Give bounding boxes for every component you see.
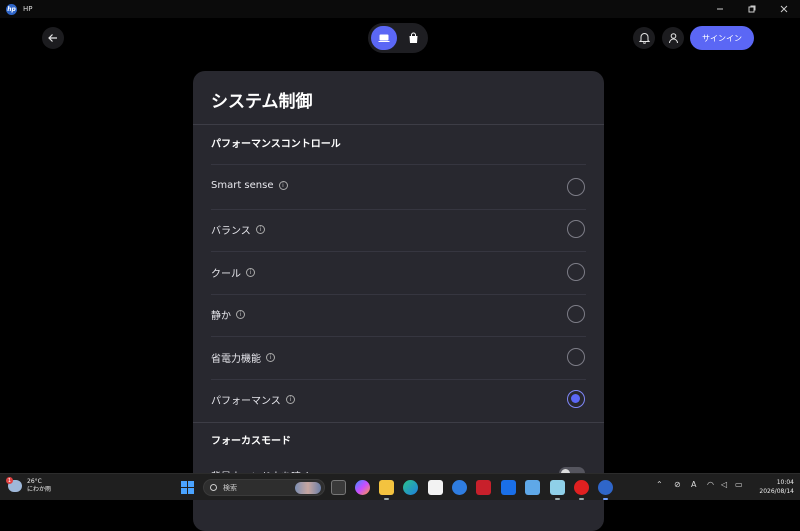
info-icon[interactable]: i [246, 268, 255, 277]
search-placeholder: 検索 [223, 483, 237, 492]
shopping-bag-icon [409, 32, 417, 43]
arrow-left-icon [48, 34, 57, 42]
search-highlight-image [295, 482, 321, 494]
system-control-card: システム制御 パフォーマンスコントロール Smart sense i バランス i … [193, 71, 604, 531]
radio-power-saver[interactable] [567, 348, 585, 366]
info-icon[interactable]: i [278, 181, 288, 190]
option-smart-sense[interactable]: Smart sense i [193, 168, 604, 210]
close-icon [780, 5, 788, 13]
option-quiet[interactable]: 静か i [193, 295, 604, 337]
restore-icon [748, 5, 756, 13]
laptop-mode-button[interactable] [371, 26, 397, 50]
search-icon [210, 484, 217, 491]
minimize-icon [717, 8, 723, 10]
title-divider [193, 124, 604, 125]
info-icon[interactable]: i [266, 353, 275, 362]
option-label-text: Smart sense [211, 180, 274, 191]
weather-widget[interactable]: 1 26°C にわか雨 [6, 477, 51, 494]
option-label: Smart sense i [211, 180, 288, 191]
option-balance[interactable]: バランス i [193, 210, 604, 252]
option-label-text: バランス [211, 226, 251, 237]
restore-button[interactable] [736, 0, 768, 18]
info-icon[interactable]: i [285, 395, 295, 404]
focus-mode-section-title: フォーカスモード [211, 436, 291, 447]
shopping-mode-button[interactable] [401, 26, 425, 50]
radio-smart-sense[interactable] [567, 178, 585, 196]
photos-icon[interactable] [525, 480, 540, 495]
taskbar: 1 26°C にわか雨 検索 ⌃ ⊘ A ◠ ◁ ▭ 10:04 2026/08… [0, 473, 800, 500]
device-mode-toggle [368, 23, 428, 53]
window-title: HP [23, 5, 33, 13]
option-label: クール i [211, 265, 255, 280]
task-view-icon[interactable] [331, 480, 346, 495]
title-bar: hp HP [0, 0, 800, 18]
bell-icon [638, 33, 650, 44]
wifi-icon[interactable]: ◠ [707, 480, 714, 489]
edge-browser-icon[interactable] [403, 480, 418, 495]
system-clock[interactable]: 10:04 2026/08/14 [752, 478, 794, 496]
performance-section-title: パフォーマンスコントロール [211, 139, 341, 150]
ime-indicator[interactable]: A [691, 480, 696, 489]
sign-in-button[interactable]: サインイン [690, 26, 754, 50]
file-explorer-icon[interactable] [379, 480, 394, 495]
hp-app-taskbar-icon[interactable] [598, 480, 613, 495]
option-label-text: 省電力機能 [211, 354, 261, 365]
option-label-text: 静か [211, 311, 231, 322]
notepad-icon[interactable] [550, 480, 565, 495]
option-cool[interactable]: クール i [193, 253, 604, 295]
clock-time: 10:04 [776, 479, 794, 486]
back-button[interactable] [42, 27, 64, 49]
section-divider [211, 164, 586, 165]
help-icon[interactable] [452, 480, 467, 495]
chevron-up-icon[interactable]: ⌃ [656, 480, 663, 489]
battery-icon[interactable]: ▭ [735, 480, 743, 489]
user-icon [668, 33, 678, 44]
mcafee-icon[interactable] [476, 480, 491, 495]
window-controls [704, 0, 800, 18]
account-button[interactable] [662, 27, 684, 49]
option-label: 静か i [211, 307, 245, 322]
page-title: システム制御 [211, 92, 313, 112]
microsoft-store-icon[interactable] [428, 480, 443, 495]
radio-balance[interactable] [567, 220, 585, 238]
radio-performance[interactable] [567, 390, 585, 408]
cloud-rain-icon: 1 [6, 477, 22, 492]
weather-text: 26°C にわか雨 [27, 478, 51, 494]
start-windows-icon[interactable] [181, 481, 194, 494]
section-divider [193, 422, 604, 423]
taskbar-search[interactable]: 検索 [203, 479, 325, 496]
laptop-icon [378, 34, 390, 42]
option-performance[interactable]: パフォーマンス i [193, 380, 604, 422]
minimize-button[interactable] [704, 0, 736, 18]
option-label: 省電力機能 i [211, 350, 275, 365]
option-label-text: パフォーマンス [211, 396, 281, 407]
power-app-icon[interactable] [574, 480, 589, 495]
close-button[interactable] [768, 0, 800, 18]
info-icon[interactable]: i [255, 225, 265, 234]
copilot-icon[interactable] [355, 480, 370, 495]
row-divider [211, 336, 586, 337]
wifi-off-icon[interactable]: ⊘ [674, 480, 681, 489]
hp-logo-icon: hp [6, 3, 17, 15]
option-power-saver[interactable]: 省電力機能 i [193, 338, 604, 380]
volume-icon[interactable]: ◁ [721, 480, 727, 489]
dropbox-icon[interactable] [501, 480, 516, 495]
option-label: バランス i [211, 222, 265, 237]
option-label-text: クール [211, 269, 241, 280]
row-divider [211, 251, 586, 252]
weather-alert-badge: 1 [6, 477, 13, 484]
radio-quiet[interactable] [567, 305, 585, 323]
option-label: パフォーマンス i [211, 392, 295, 407]
clock-date: 2026/08/14 [759, 488, 794, 495]
radio-cool[interactable] [567, 263, 585, 281]
weather-description: にわか雨 [27, 486, 52, 493]
info-icon[interactable]: i [236, 310, 245, 319]
notifications-button[interactable] [633, 27, 655, 49]
weather-temperature: 26°C [27, 478, 42, 485]
